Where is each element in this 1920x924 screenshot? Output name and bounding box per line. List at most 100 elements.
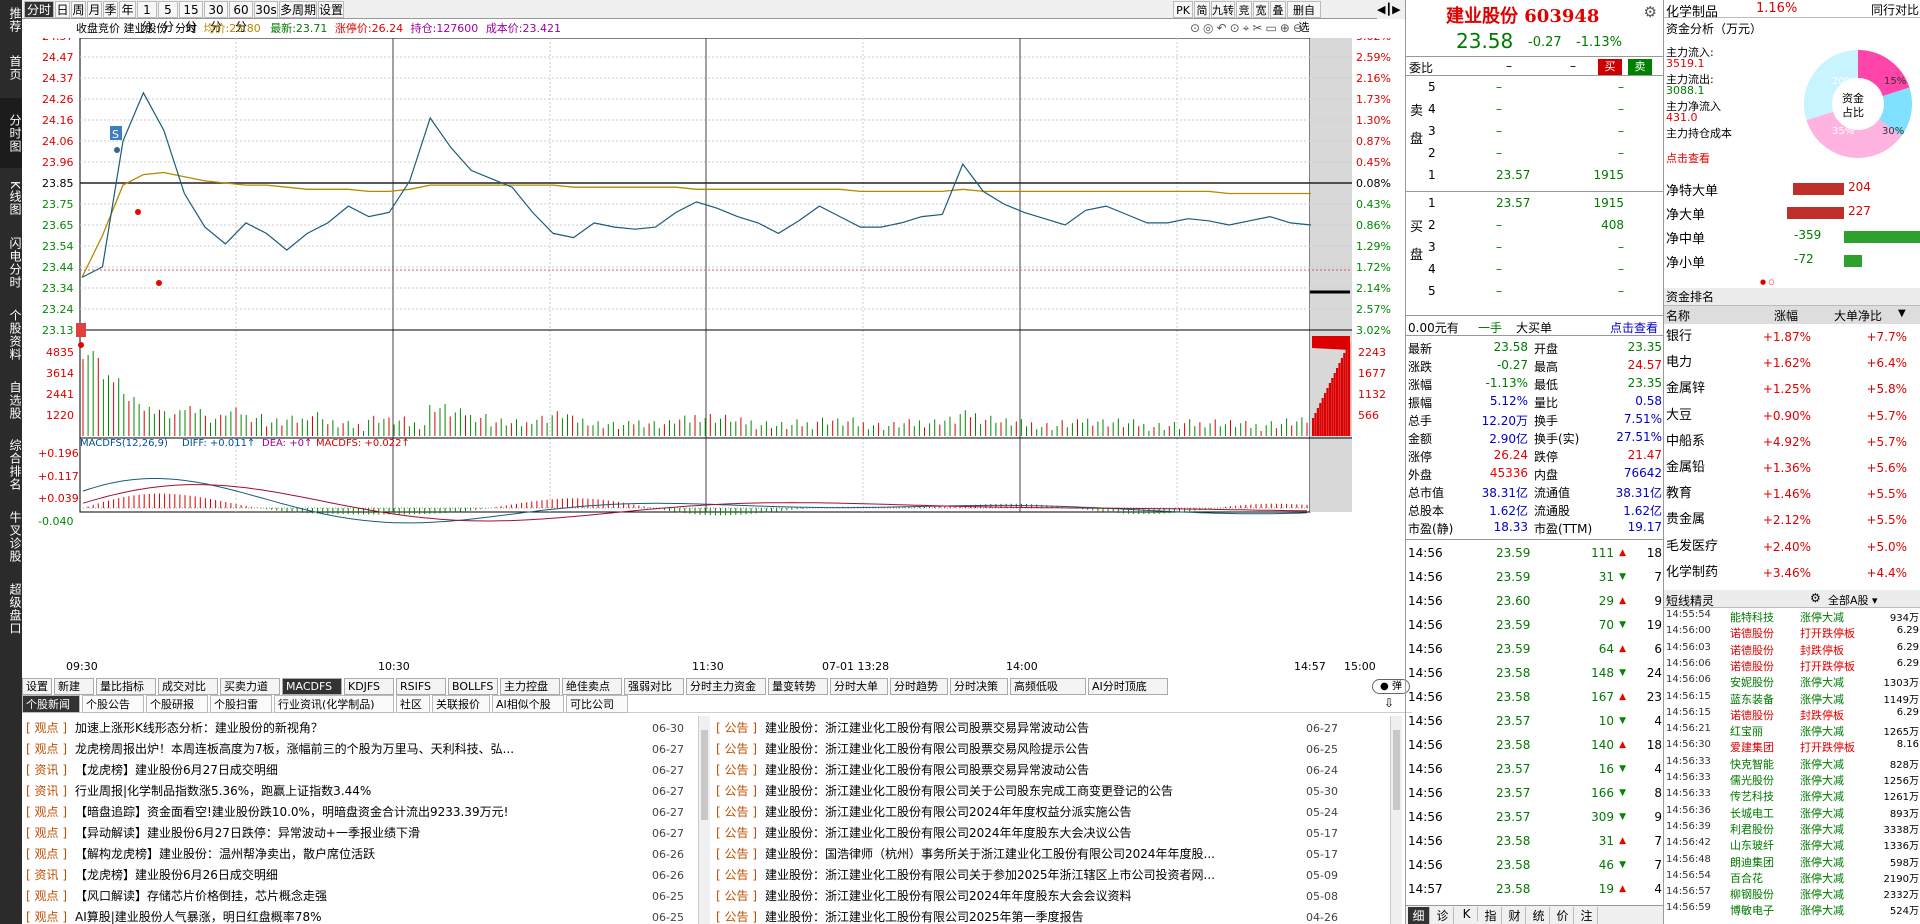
rank-row[interactable]: 贵金属 +2.12% +5.5% (1664, 509, 1920, 531)
period-tab-0[interactable]: 分时 (24, 1, 54, 18)
spirit-stock[interactable]: 蓝东装备 (1730, 691, 1774, 707)
period-tab-3[interactable]: 月 (87, 1, 102, 18)
news-item[interactable]: [ 公告 ] 建业股份：浙江建业化工股份有限公司股票交易风险提示公告 06-25 (716, 739, 1338, 760)
period-tab-8[interactable]: 15分 (179, 1, 203, 34)
indicator-tab-8[interactable]: BOLLFS (448, 678, 498, 695)
spirit-stock[interactable]: 朗迪集团 (1730, 854, 1774, 870)
news-item[interactable]: [ 公告 ] 建业股份：浙江建业化工股份有限公司股票交易异常波动公告 06-24 (716, 760, 1338, 781)
rank-row[interactable]: 银行 +1.87% +7.7% (1664, 326, 1920, 348)
top-button-6[interactable]: 删自选 (1287, 1, 1321, 34)
rank-row[interactable]: 大豆 +0.90% +5.7% (1664, 405, 1920, 427)
rank-row[interactable]: 毛发医疗 +2.40% +5.0% (1664, 536, 1920, 558)
news-item[interactable]: [ 公告 ] 建业股份：浙江建业化工股份有限公司关于参加2025年浙江辖区上市公司… (716, 865, 1338, 886)
spirit-stock[interactable]: 爱建集团 (1730, 739, 1774, 755)
news-item[interactable]: [ 观点 ] 龙虎榜周报出炉！本周连板高度为7板，涨幅前三的个股为万里马、天利科技… (26, 739, 684, 760)
news-item[interactable]: [ 观点 ] AI算股|建业股份人气暴涨，明日红盘概率78% 06-25 (26, 907, 684, 924)
indicator-tab-6[interactable]: KDJFS (344, 678, 394, 695)
news-tab-5[interactable]: 社区 (396, 695, 430, 713)
top-button-3[interactable]: 竞 (1236, 1, 1252, 18)
indicator-tab-15[interactable]: 分时趋势 (890, 678, 948, 695)
rank-row[interactable]: 中船系 +4.92% +5.7% (1664, 431, 1920, 453)
indicator-tab-4[interactable]: 买卖力道 (220, 678, 280, 695)
chart-tool-icons[interactable]: ⊙◎↶⊙⌖✂▭⊕⊖ (1190, 21, 1350, 37)
spirit-stock[interactable]: 诺德股份 (1730, 707, 1774, 723)
top-button-5[interactable]: 叠 (1270, 1, 1286, 18)
spirit-stock[interactable]: 博敏电子 (1730, 902, 1774, 918)
news-item[interactable]: [ 公告 ] 建业股份：浙江建业化工股份有限公司2024年年度权益分派实施公告 05… (716, 802, 1338, 823)
news-tab-2[interactable]: 个股研报 (146, 695, 208, 713)
rank-row[interactable]: 金属铅 +1.36% +5.6% (1664, 457, 1920, 479)
top-button-0[interactable]: PK (1173, 1, 1193, 18)
quote-tab-7[interactable]: 注 (1576, 907, 1598, 924)
news-item[interactable]: [ 观点 ] 【解构龙虎榜】建业股份：温州帮净卖出，散户席位活跃 06-26 (26, 844, 684, 865)
sidebar-item-0[interactable]: 推荐 (0, 2, 22, 38)
news-tab-1[interactable]: 个股公告 (82, 695, 144, 713)
indicator-tab-13[interactable]: 量变转势 (768, 678, 828, 695)
news-item[interactable]: [ 公告 ] 建业股份：浙江建业化工股份有限公司2024年年度股东大会决议公告 05… (716, 823, 1338, 844)
quote-tab-6[interactable]: 价 (1552, 907, 1574, 924)
period-tab-6[interactable]: 1分 (137, 1, 157, 34)
spirit-stock[interactable]: 诺德股份 (1730, 658, 1774, 674)
gear-icon[interactable]: ⚙ (1644, 3, 1657, 21)
indicator-tab-17[interactable]: 高频低吸 (1010, 678, 1086, 695)
news-tab-6[interactable]: 关联报价 (432, 695, 490, 713)
indicator-tab-10[interactable]: 绝佳卖点 (562, 678, 622, 695)
indicator-tab-3[interactable]: 成交对比 (158, 678, 218, 695)
news-item[interactable]: [ 资讯 ] 【龙虎榜】建业股份6月26日成交明细 06-26 (26, 865, 684, 886)
spirit-stock[interactable]: 儒光股份 (1730, 772, 1774, 788)
quote-tab-1[interactable]: 诊 (1432, 907, 1454, 924)
indicator-tab-14[interactable]: 分时大单 (830, 678, 888, 695)
news-scrollbar-left[interactable] (698, 716, 710, 924)
rank-row[interactable]: 教育 +1.46% +5.5% (1664, 483, 1920, 505)
spirit-stock[interactable]: 快克智能 (1730, 756, 1774, 772)
news-scrollbar-right[interactable] (1390, 716, 1402, 924)
rank-head-1[interactable]: 涨幅 (1774, 307, 1798, 324)
period-tab-7[interactable]: 5分 (158, 1, 178, 34)
download-icon[interactable]: ⇩ (1384, 696, 1394, 710)
quote-tab-4[interactable]: 财 (1504, 907, 1526, 924)
news-item[interactable]: [ 公告 ] 建业股份：国浩律师（杭州）事务所关于浙江建业化工股份有限公司2024… (716, 844, 1338, 865)
spirit-stock[interactable]: 长城电工 (1730, 805, 1774, 821)
spirit-gear-icon[interactable]: ⚙ (1810, 591, 1821, 605)
period-tab-12[interactable]: 多周期 (279, 1, 317, 18)
buy-button[interactable]: 买 (1598, 59, 1622, 75)
top-button-1[interactable]: 简 (1194, 1, 1210, 18)
sort-down-icon[interactable]: ▼ (1898, 308, 1906, 319)
spirit-stock[interactable]: 利君股份 (1730, 821, 1774, 837)
news-tab-4[interactable]: 行业资讯(化学制品) (274, 695, 394, 713)
indicator-tab-7[interactable]: RSIFS (396, 678, 446, 695)
news-item[interactable]: [ 资讯 ] 行业周报|化学制品指数涨5.36%，跑赢上证指数3.44% 06-27 (26, 781, 684, 802)
period-tab-2[interactable]: 周 (71, 1, 86, 18)
news-tab-0[interactable]: 个股新闻 (22, 695, 80, 713)
indicator-tab-2[interactable]: 量比指标 (96, 678, 156, 695)
peer-compare-link[interactable]: 同行对比 (1871, 1, 1919, 18)
news-item[interactable]: [ 观点 ] 【风口解读】存储芯片价格倒挂，芯片概念走强 06-25 (26, 886, 684, 907)
period-tab-5[interactable]: 年 (119, 1, 136, 18)
spirit-stock[interactable]: 红宝丽 (1730, 723, 1763, 739)
spirit-stock[interactable]: 安妮股份 (1730, 674, 1774, 690)
indicator-tab-12[interactable]: 分时主力资金 (686, 678, 766, 695)
news-item[interactable]: [ 观点 ] 【异动解读】建业股份6月27日跌停：异常波动+一季报业绩下滑 06-2… (26, 823, 684, 844)
news-tab-8[interactable]: 可比公司 (566, 695, 628, 713)
news-item[interactable]: [ 公告 ] 建业股份：浙江建业化工股份有限公司股票交易异常波动公告 06-27 (716, 718, 1338, 739)
indicator-tab-5[interactable]: MACDFS (282, 678, 342, 695)
news-item[interactable]: [ 观点 ] 【暗盘追踪】资金面看空!建业股份跌10.0%，明暗盘资金合计流出92… (26, 802, 684, 823)
spirit-filter[interactable]: 全部A股 ▾ (1828, 592, 1918, 608)
top-button-4[interactable]: 宽 (1253, 1, 1269, 18)
news-item[interactable]: [ 公告 ] 建业股份：浙江建业化工股份有限公司关于公司股东完成工商变更登记的公告… (716, 781, 1338, 802)
indicator-tab-11[interactable]: 强弱对比 (624, 678, 684, 695)
news-item[interactable]: [ 资讯 ] 【龙虎榜】建业股份6月27日成交明细 06-27 (26, 760, 684, 781)
spirit-stock[interactable]: 山东玻纤 (1730, 837, 1774, 853)
news-item[interactable]: [ 公告 ] 建业股份：浙江建业化工股份有限公司2024年年度股东大会会议资料 05… (716, 886, 1338, 907)
quote-tab-3[interactable]: 指 (1480, 907, 1502, 924)
quote-tab-0[interactable]: 细 (1408, 907, 1430, 924)
indicator-tab-16[interactable]: 分时决策 (950, 678, 1008, 695)
period-tab-4[interactable]: 季 (103, 1, 118, 18)
period-tab-13[interactable]: 设置 (318, 1, 344, 18)
quote-tab-2[interactable]: K (1456, 907, 1478, 921)
rank-row[interactable]: 电力 +1.62% +6.4% (1664, 352, 1920, 374)
rank-row[interactable]: 化学制药 +3.46% +4.4% (1664, 562, 1920, 584)
rank-head-0[interactable]: 名称 (1666, 307, 1690, 324)
period-tab-11[interactable]: 30s (254, 1, 278, 18)
big-order-link[interactable]: 点击查看 (1610, 319, 1658, 336)
